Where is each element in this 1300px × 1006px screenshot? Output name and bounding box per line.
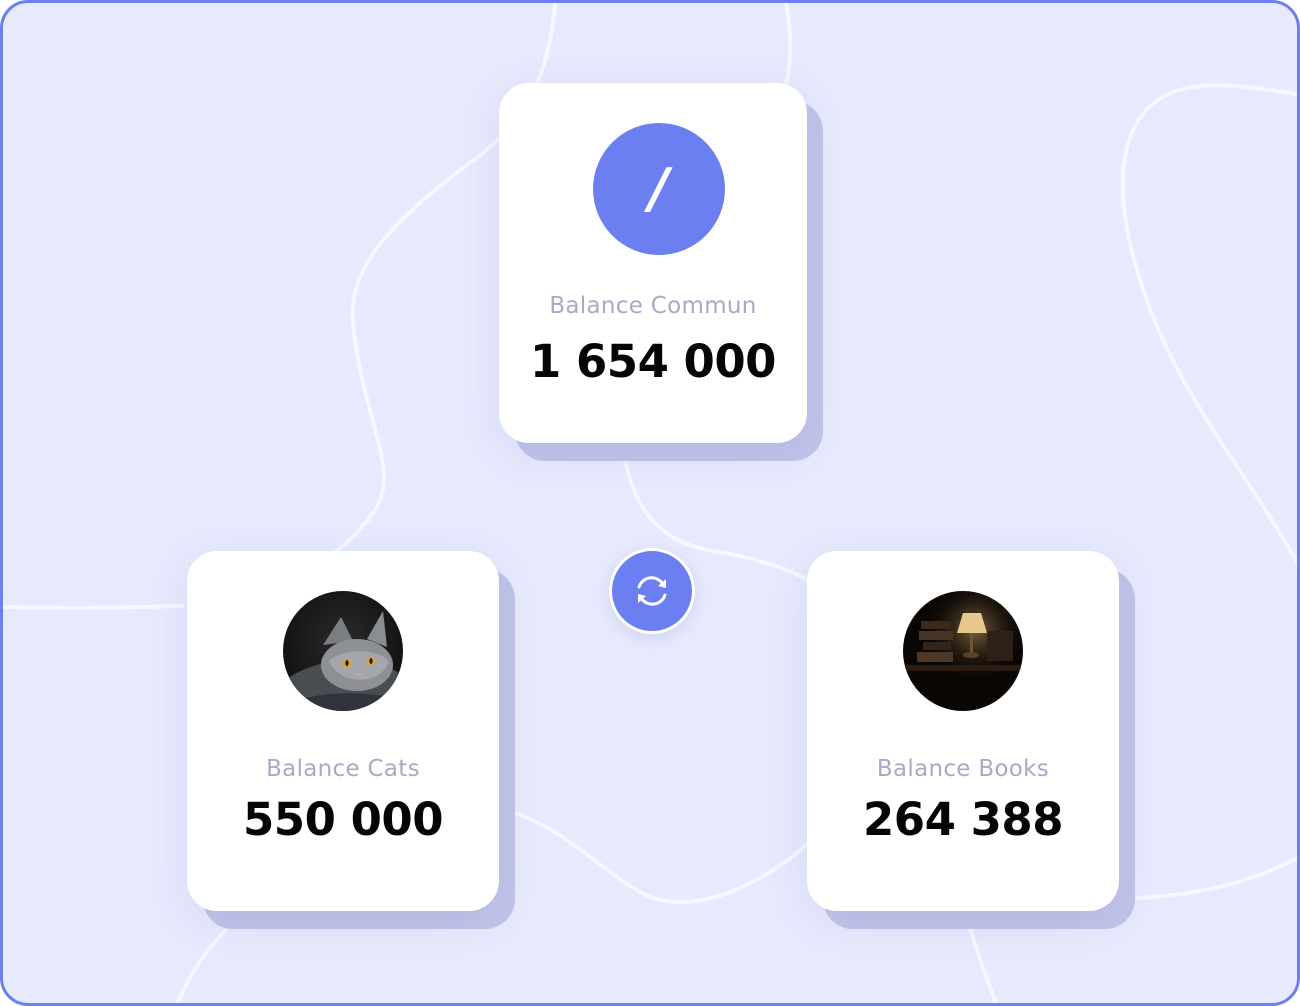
cat-photo-icon xyxy=(283,591,403,711)
sync-button[interactable] xyxy=(609,548,695,634)
card-body: / Balance Commun 1 654 000 xyxy=(499,83,807,443)
balance-commun-label: Balance Commun xyxy=(549,293,757,319)
slash-icon: / xyxy=(649,157,669,220)
balance-cats-label: Balance Cats xyxy=(266,756,420,782)
app-frame: / Balance Commun 1 654 000 Balance Cats … xyxy=(0,0,1300,1006)
balance-cats-value: 550 000 xyxy=(242,793,444,846)
balance-books-card[interactable]: Balance Books 264 388 xyxy=(807,551,1135,929)
balance-cats-card[interactable]: Balance Cats 550 000 xyxy=(187,551,515,929)
card-body: Balance Books 264 388 xyxy=(807,551,1119,911)
balance-commun-value: 1 654 000 xyxy=(529,335,777,388)
cat-photo-svg xyxy=(283,591,403,711)
card-body: Balance Cats 550 000 xyxy=(187,551,499,911)
balance-commun-avatar: / xyxy=(593,123,725,255)
books-photo-svg xyxy=(903,591,1023,711)
books-lamp-photo-icon xyxy=(903,591,1023,711)
balance-books-label: Balance Books xyxy=(876,756,1050,782)
balance-commun-card[interactable]: / Balance Commun 1 654 000 xyxy=(499,83,823,461)
balance-books-value: 264 388 xyxy=(862,793,1064,846)
sync-icon xyxy=(637,576,667,606)
